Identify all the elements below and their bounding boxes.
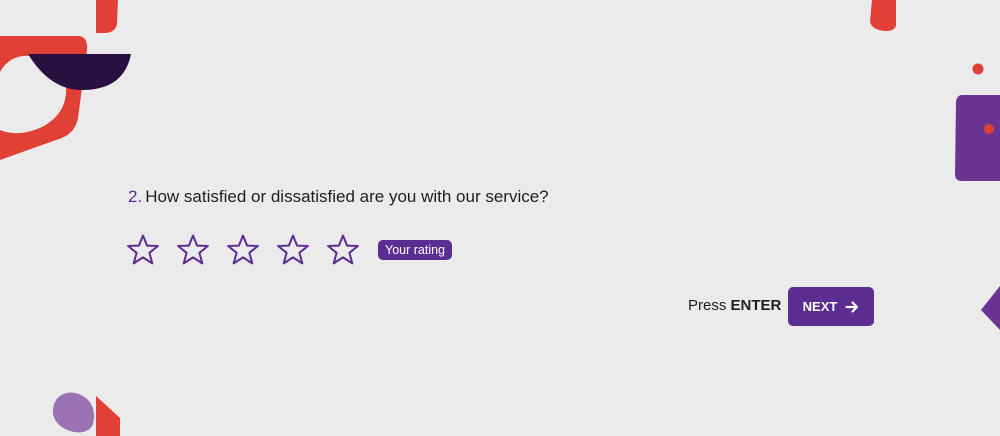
arrow-right-icon bbox=[845, 300, 859, 313]
star-1-icon[interactable] bbox=[126, 233, 160, 267]
decor-red-dot-on-square bbox=[984, 124, 994, 134]
star-3-icon[interactable] bbox=[226, 233, 260, 267]
background-decoration bbox=[0, 0, 1000, 436]
decor-lavender-blob bbox=[52, 392, 95, 433]
decor-dark-bowl bbox=[28, 54, 131, 90]
press-enter-hint: Press ENTER bbox=[688, 297, 781, 314]
next-button[interactable]: NEXT bbox=[788, 287, 874, 326]
your-rating-badge: Your rating bbox=[378, 240, 452, 260]
star-5-icon[interactable] bbox=[326, 233, 360, 267]
next-button-label: NEXT bbox=[802, 299, 838, 314]
star-2-icon[interactable] bbox=[176, 233, 210, 267]
question-number: 2. bbox=[128, 187, 143, 206]
decor-red-strip-top bbox=[96, 0, 118, 33]
star-rating: Your rating bbox=[126, 233, 452, 267]
press-hint-key: ENTER bbox=[730, 297, 782, 314]
press-hint-prefix: Press bbox=[688, 297, 727, 314]
question-heading: 2. How satisfied or dissatisfied are you … bbox=[128, 187, 549, 207]
question-text: How satisfied or dissatisfied are you wi… bbox=[145, 187, 549, 206]
decor-purple-diamond bbox=[981, 286, 1000, 330]
decor-red-strip-right bbox=[870, 0, 896, 31]
decor-purple-square bbox=[955, 95, 1000, 181]
decor-red-shape-bottom bbox=[96, 396, 120, 436]
star-4-icon[interactable] bbox=[276, 233, 310, 267]
decor-red-dot bbox=[972, 63, 984, 75]
